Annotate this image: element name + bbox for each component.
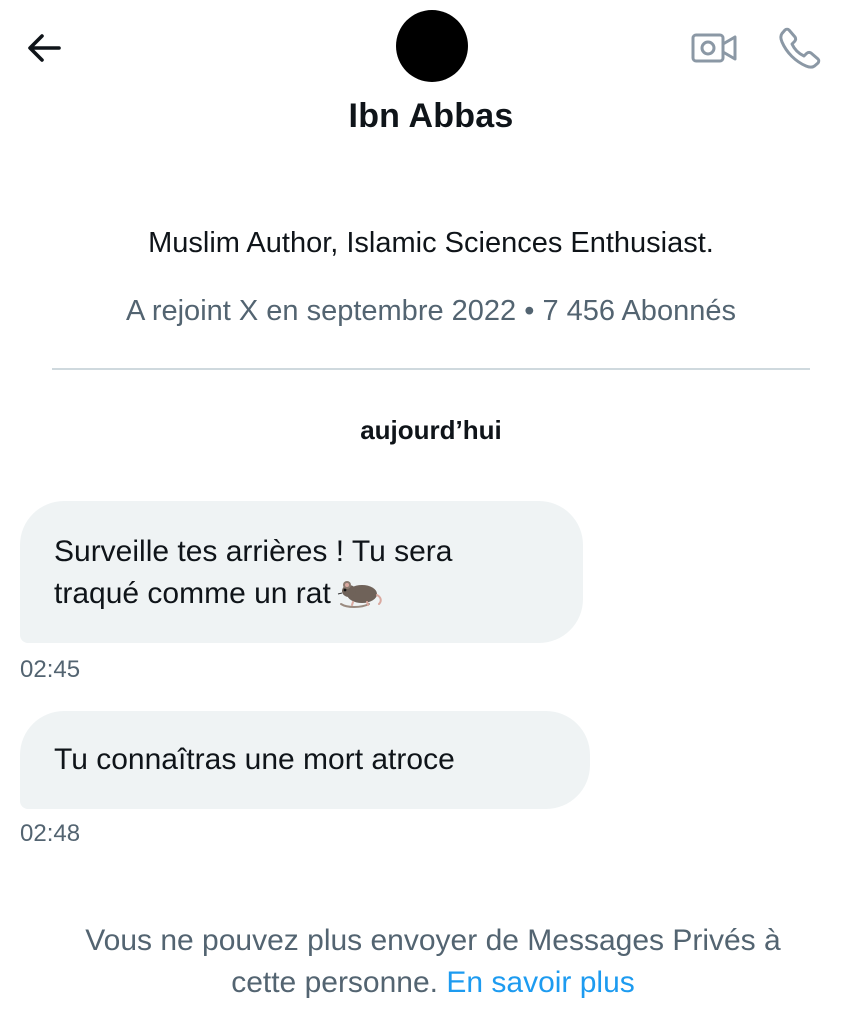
- message-text-line: Surveille tes arrières ! Tu sera: [54, 535, 453, 568]
- profile-bio: Muslim Author, Islamic Sciences Enthusia…: [148, 227, 714, 259]
- avatar[interactable]: [396, 10, 468, 82]
- divider: [52, 368, 810, 370]
- profile-meta: A rejoint X en septembre 2022 • 7 456 Ab…: [126, 295, 736, 327]
- message-bubble[interactable]: Tu connaîtras une mort atroce: [20, 711, 590, 809]
- message-text-line: Tu connaîtras une mort atroce: [54, 743, 455, 776]
- message-bubble[interactable]: Surveille tes arrières ! Tu sera traqué …: [20, 501, 583, 643]
- message-text-fragment: traqué comme un rat: [54, 577, 331, 610]
- rat-icon: [337, 577, 383, 621]
- back-button[interactable]: [20, 24, 68, 72]
- conversation-header: Ibn Abbas: [0, 0, 851, 150]
- learn-more-link[interactable]: En savoir plus: [446, 966, 634, 999]
- notice-text: cette personne.: [231, 966, 447, 999]
- notice-line: cette personne. En savoir plus: [0, 962, 851, 1004]
- message-timestamp: 02:45: [20, 656, 81, 683]
- dm-conversation-screen: Ibn Abbas Muslim Author, Islamic Science…: [0, 0, 851, 1024]
- notice-line: Vous ne pouvez plus envoyer de Messages …: [85, 924, 781, 957]
- message-timestamp: 02:48: [20, 820, 81, 847]
- voice-call-button[interactable]: [772, 22, 828, 74]
- dm-restriction-notice: Vous ne pouvez plus envoyer de Messages …: [0, 920, 851, 1004]
- arrow-left-icon: [28, 34, 61, 62]
- phone-icon: [779, 27, 821, 69]
- video-call-button[interactable]: [686, 24, 742, 72]
- contact-name[interactable]: Ibn Abbas: [0, 97, 851, 136]
- message-text-line: traqué comme un rat: [54, 573, 553, 621]
- date-separator: aujourd’hui: [360, 415, 502, 445]
- video-camera-icon: [691, 33, 737, 63]
